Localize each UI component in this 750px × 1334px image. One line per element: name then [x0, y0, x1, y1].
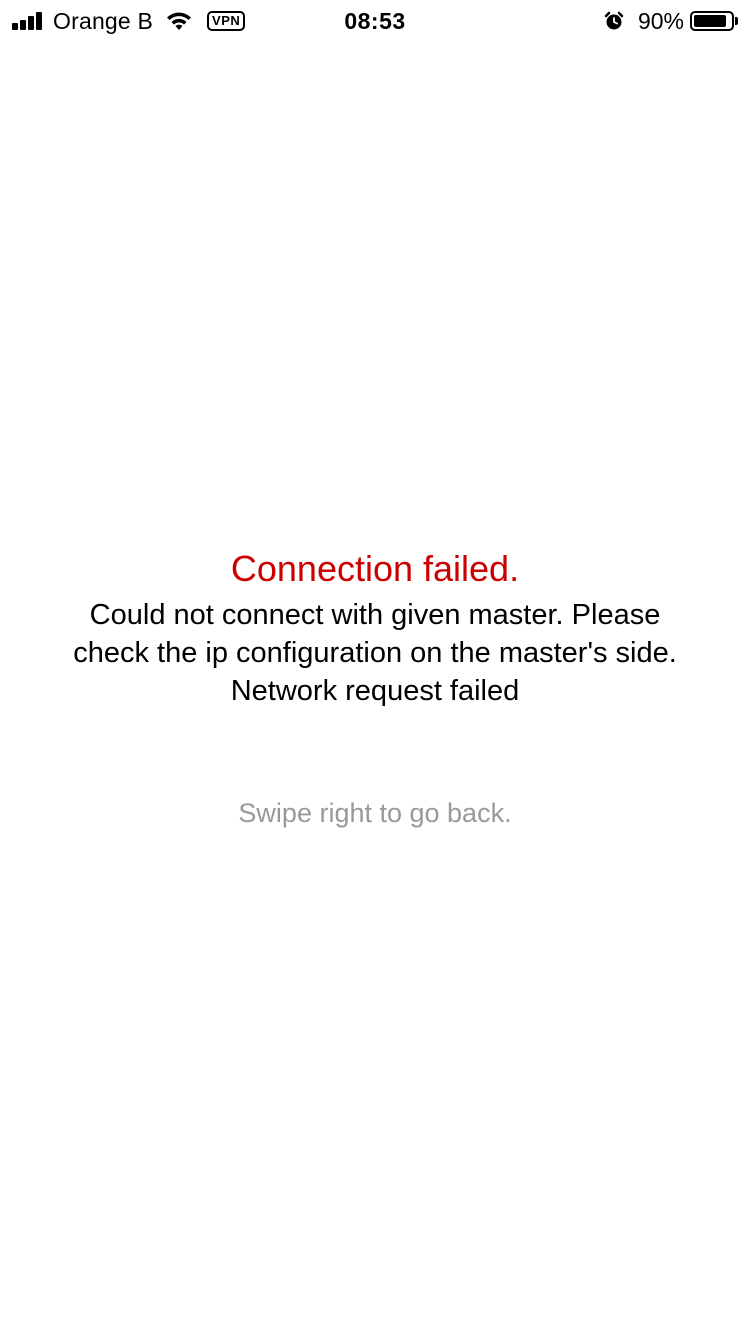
- status-bar-right: 90%: [604, 6, 738, 36]
- battery-percent: 90%: [637, 7, 684, 34]
- battery-icon: [690, 11, 734, 31]
- swipe-back-hint: Swipe right to go back.: [238, 798, 512, 828]
- error-message: Connection failed. Could not connect wit…: [0, 544, 750, 710]
- alarm-icon: [604, 11, 624, 31]
- error-detail: Could not connect with given master. Ple…: [73, 599, 677, 707]
- error-title: Connection failed.: [230, 548, 520, 589]
- status-bar: Orange B VPN 08:53 90%: [0, 0, 750, 40]
- battery-nub: [735, 17, 738, 25]
- battery-level-fill: [694, 15, 727, 27]
